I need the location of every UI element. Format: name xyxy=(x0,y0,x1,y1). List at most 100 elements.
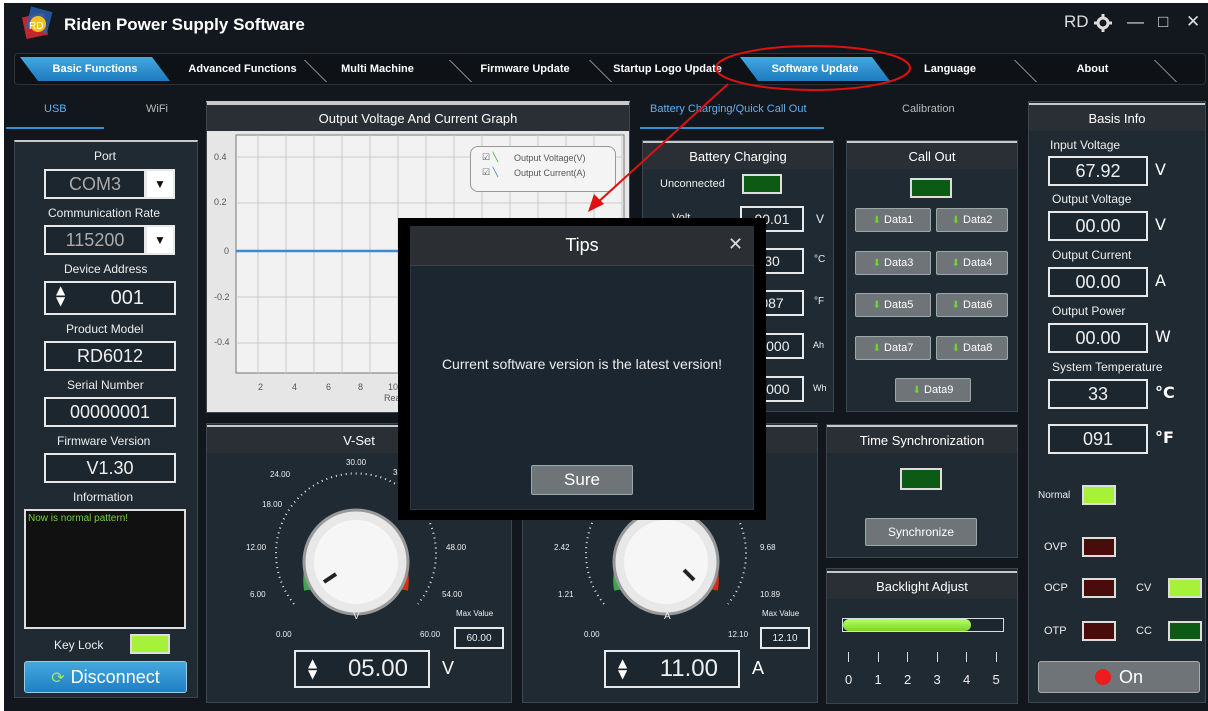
iset-max-input[interactable]: 12.10 xyxy=(760,627,810,649)
dialog-close-icon[interactable]: ✕ xyxy=(728,234,743,255)
disconnect-button[interactable]: ⟳ Disconnect xyxy=(24,661,187,693)
iset-scale: 2.42 xyxy=(554,543,570,552)
data7-button[interactable]: ⬇ Data7 xyxy=(855,336,931,360)
data9-button[interactable]: ⬇ Data9 xyxy=(895,378,971,402)
vset-scale: 60.00 xyxy=(420,630,441,639)
app-logo-icon: RD xyxy=(21,6,53,40)
maximize-icon[interactable]: □ xyxy=(1158,12,1168,32)
data3-button[interactable]: ⬇ Data3 xyxy=(855,251,931,275)
vset-scale: 48.00 xyxy=(446,543,467,552)
x-tick: 10 xyxy=(388,382,399,392)
stepper-arrows-icon[interactable]: ▲ ▼ xyxy=(308,657,317,680)
data6-button[interactable]: ⬇ Data6 xyxy=(936,293,1008,317)
out-c-unit: A xyxy=(1155,271,1166,290)
out-v-value: 00.00 xyxy=(1048,211,1148,241)
vset-scale: 30.00 xyxy=(346,458,367,467)
time-sync-led xyxy=(900,468,942,490)
tab-wifi[interactable]: WiFi xyxy=(146,103,168,115)
vset-max-input[interactable]: 60.00 xyxy=(454,627,504,649)
x-tick: 6 xyxy=(326,382,332,392)
data5-button[interactable]: ⬇ Data5 xyxy=(855,293,931,317)
port-select[interactable]: COM3 xyxy=(44,169,146,199)
iset-max-label: Max Value xyxy=(762,609,800,618)
in-v-unit: V xyxy=(1155,160,1166,179)
backlight-tick-label: 2 xyxy=(904,672,912,687)
vset-unit: V xyxy=(442,658,455,678)
highlight-annotation xyxy=(588,45,911,212)
otp-led xyxy=(1082,621,1116,641)
iset-scale: 9.68 xyxy=(760,543,776,552)
backlight-tick-mark xyxy=(995,652,997,662)
backlight-tick-label: 1 xyxy=(874,672,882,687)
backlight-tick-mark xyxy=(966,652,967,662)
on-button[interactable]: On xyxy=(1038,661,1200,693)
battery-temp-c-unit: °C xyxy=(814,254,826,265)
legend-checkbox-voltage[interactable]: ☑ ╲ xyxy=(482,152,498,163)
in-v-label: Input Voltage xyxy=(1050,138,1121,152)
legend-current: Output Current(A) xyxy=(514,168,586,178)
vset-dial-unit: V xyxy=(353,611,360,622)
minimize-icon[interactable]: — xyxy=(1127,12,1144,32)
backlight-tick-mark xyxy=(877,652,879,662)
y-tick: 0 xyxy=(224,246,230,256)
ovp-led xyxy=(1082,537,1116,557)
backlight-slider[interactable] xyxy=(842,618,1004,632)
tab-usb[interactable]: USB xyxy=(44,103,67,115)
info-log: Now is normal pattern! xyxy=(24,509,186,629)
ovp-label: OVP xyxy=(1044,541,1068,553)
temp-c-unit: °C xyxy=(1155,383,1175,402)
backlight-fill xyxy=(843,619,971,631)
backlight-tick-label: 4 xyxy=(963,672,971,687)
out-p-value: 00.00 xyxy=(1048,323,1148,353)
ocp-led xyxy=(1082,578,1116,598)
data2-button[interactable]: ⬇ Data2 xyxy=(936,208,1008,232)
serial-value: 00000001 xyxy=(44,397,176,427)
close-icon[interactable]: ✕ xyxy=(1186,12,1200,32)
stepper-arrows-icon[interactable]: ▲ ▼ xyxy=(56,284,65,307)
backlight-tick-mark xyxy=(936,652,938,662)
power-indicator-icon xyxy=(1094,669,1111,685)
x-tick: 4 xyxy=(292,382,298,392)
backlight-title: Backlight Adjust xyxy=(827,571,1017,599)
normal-led xyxy=(1082,485,1116,505)
out-v-label: Output Voltage xyxy=(1052,192,1132,206)
on-label: On xyxy=(1118,666,1143,687)
synchronize-button[interactable]: Synchronize xyxy=(865,518,977,546)
tab-basic-functions[interactable]: Basic Functions xyxy=(20,57,170,81)
sure-button[interactable]: Sure xyxy=(531,465,633,495)
cv-label: CV xyxy=(1136,582,1152,594)
usb-tab-underline xyxy=(6,127,104,129)
stepper-arrows-icon[interactable]: ▲ ▼ xyxy=(618,657,627,680)
chevron-down-icon[interactable]: ▼ xyxy=(145,169,175,199)
time-sync-title: Time Synchronization xyxy=(827,425,1017,453)
rate-label: Communication Rate xyxy=(48,206,161,220)
port-label: Port xyxy=(94,149,117,163)
cc-led xyxy=(1168,621,1202,641)
temp-c-value: 33 xyxy=(1048,379,1148,409)
chevron-down-icon[interactable]: ▼ xyxy=(145,225,175,255)
data8-button[interactable]: ⬇ Data8 xyxy=(936,336,1008,360)
x-tick: 8 xyxy=(358,382,364,392)
keylock-toggle[interactable] xyxy=(130,634,170,654)
disconnect-label: Disconnect xyxy=(70,666,160,687)
vset-scale: 54.00 xyxy=(442,590,463,599)
rate-select[interactable]: 115200 xyxy=(44,225,146,255)
tab-about[interactable]: About xyxy=(1050,57,1135,81)
data4-button[interactable]: ⬇ Data4 xyxy=(936,251,1008,275)
vset-scale: 18.00 xyxy=(262,500,283,509)
tab-multi-machine[interactable]: Multi Machine xyxy=(325,57,430,81)
out-p-unit: W xyxy=(1155,327,1171,346)
battery-temp-f-unit: °F xyxy=(814,296,825,307)
battery-wh-unit: Wh xyxy=(813,383,827,393)
cv-led xyxy=(1168,578,1202,598)
basis-title: Basis Info xyxy=(1029,103,1205,131)
vset-scale: 0.00 xyxy=(276,630,292,639)
svg-text:RD: RD xyxy=(29,21,43,32)
temp-label: System Temperature xyxy=(1052,360,1163,374)
gear-icon[interactable] xyxy=(1094,14,1112,32)
legend-checkbox-current[interactable]: ☑ ╲ xyxy=(482,167,498,178)
backlight-tick-label: 0 xyxy=(845,672,853,687)
backlight-tick-mark xyxy=(848,652,849,662)
backlight-tick-label: 3 xyxy=(933,672,941,687)
out-v-unit: V xyxy=(1155,215,1166,234)
